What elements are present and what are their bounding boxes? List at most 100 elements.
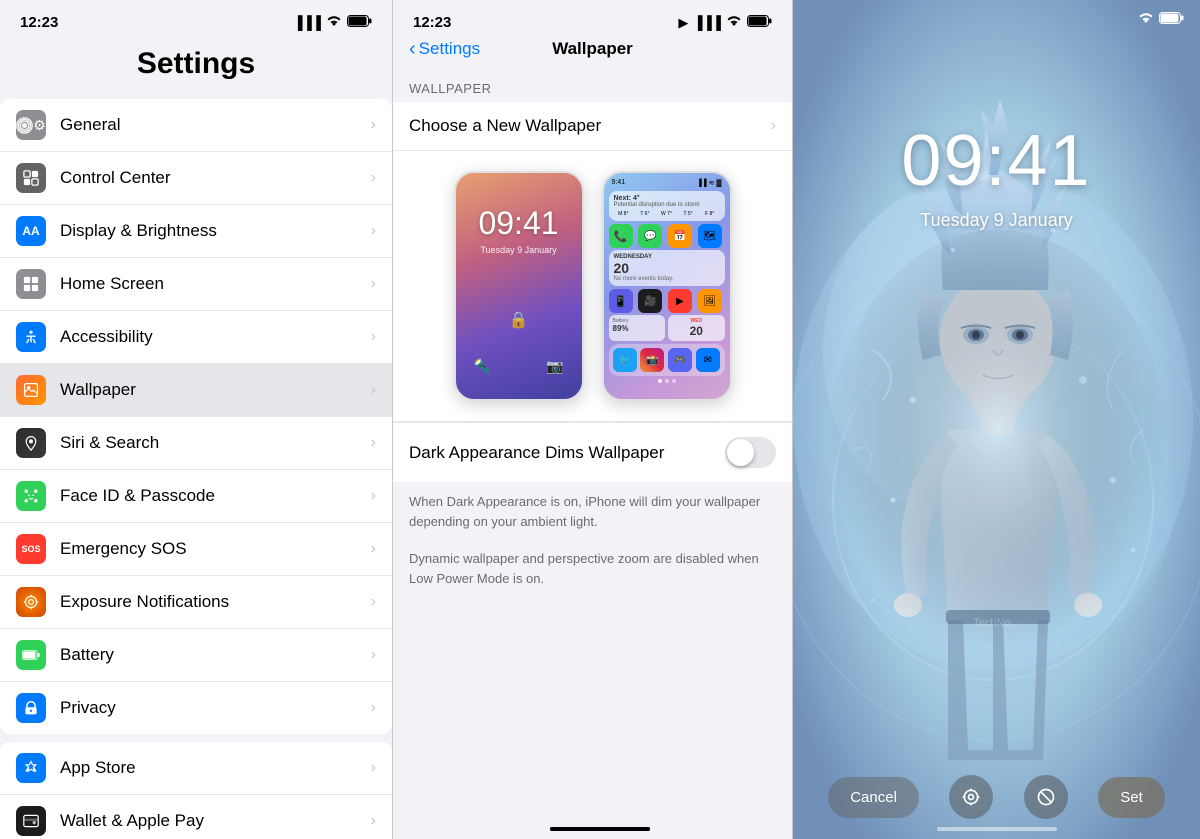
emergency-label: Emergency SOS <box>60 539 371 559</box>
wallet-label: Wallet & Apple Pay <box>60 811 371 831</box>
choose-chevron-icon: › <box>771 117 776 135</box>
app-row-2: 📱 🎥 ▶ 🖼 <box>609 289 725 313</box>
app-cal: 📅 <box>668 224 692 248</box>
privacy-label: Privacy <box>60 698 371 718</box>
battery-icon-3 <box>1159 12 1184 27</box>
status-bar-3 <box>1138 12 1184 27</box>
exposure-icon <box>16 587 46 617</box>
wallpaper-content: WALLPAPER Choose a New Wallpaper › 09:41… <box>393 69 792 839</box>
settings-item-privacy[interactable]: Privacy › <box>0 682 392 734</box>
battery-icon-item <box>16 640 46 670</box>
wallpaper-chevron: › <box>371 381 376 399</box>
app-yt: ▶ <box>668 289 692 313</box>
choose-wallpaper-row[interactable]: Choose a New Wallpaper › <box>393 102 792 151</box>
settings-item-wallpaper[interactable]: Wallpaper › <box>0 364 392 417</box>
wallpaper-description: When Dark Appearance is on, iPhone will … <box>393 482 792 594</box>
battery-icon <box>347 15 372 30</box>
wallpaper-icon <box>16 375 46 405</box>
app-phone: 📞 <box>609 224 633 248</box>
cancel-button[interactable]: Cancel <box>828 777 919 818</box>
bottom-indicator-3 <box>937 827 1057 831</box>
bottom-indicator-2 <box>550 827 650 831</box>
wallpaper-panel: 12:23 ▶ ▐▐▐ ‹ Settings Wallpaper WALLPAP… <box>393 0 793 839</box>
no-entry-icon-button[interactable] <box>1024 775 1068 819</box>
settings-item-appstore[interactable]: App Store › <box>0 742 392 795</box>
wallpaper-desc-2: Dynamic wallpaper and perspective zoom a… <box>409 549 776 588</box>
home-screen-label: Home Screen <box>60 274 371 294</box>
settings-panel: 12:23 ▐▐▐ Settings ⚙ General › <box>0 0 393 839</box>
settings-item-battery[interactable]: Battery › <box>0 629 392 682</box>
display-label: Display & Brightness <box>60 221 371 241</box>
siri-chevron: › <box>371 434 376 452</box>
weather-days: M 8° T 6° W 7° T 5° F 8° <box>614 211 720 217</box>
status-bar-1: 12:23 ▐▐▐ <box>0 0 392 35</box>
back-chevron-icon: ‹ <box>409 38 416 61</box>
choose-wallpaper-label: Choose a New Wallpaper <box>409 116 771 136</box>
wallet-icon <box>16 806 46 836</box>
home-icons-mini: ▐▐ ≋ ▓ <box>697 179 722 187</box>
dock: 🐦 📸 🎮 ✉ <box>609 344 725 376</box>
general-icon: ⚙ <box>16 110 46 140</box>
lockscreen-time: 09:41 <box>793 120 1200 202</box>
siri-label: Siri & Search <box>60 433 371 453</box>
appstore-icon <box>16 753 46 783</box>
preview-lock-icon: 🔒 <box>466 310 572 330</box>
status-icons-2: ▶ ▐▐▐ <box>678 15 772 31</box>
siri-icon <box>16 428 46 458</box>
home-screen-chevron: › <box>371 275 376 293</box>
wallet-chevron: › <box>371 812 376 830</box>
exposure-label: Exposure Notifications <box>60 592 371 612</box>
status-icons-1: ▐▐▐ <box>293 15 372 30</box>
app-photo: 🖼 <box>698 289 722 313</box>
widget-weather: Next: 4° Potential disruption due to sto… <box>609 191 725 221</box>
wallpaper-nav: ‹ Settings Wallpaper <box>393 35 792 69</box>
dock-discord: 🎮 <box>668 348 692 372</box>
settings-item-general[interactable]: ⚙ General › <box>0 99 392 152</box>
lockscreen-preview-panel: 09:41 Tuesday 9 January TechNo... Cancel… <box>793 0 1200 839</box>
display-chevron: › <box>371 222 376 240</box>
toggle-knob <box>727 439 754 466</box>
lock-preview-content: 09:41 Tuesday 9 January 🔒 🔦 📷 <box>456 173 582 387</box>
emergency-icon: SOS <box>16 534 46 564</box>
exposure-chevron: › <box>371 593 376 611</box>
general-label: General <box>60 115 371 135</box>
settings-item-emergency[interactable]: SOS Emergency SOS › <box>0 523 392 576</box>
home-time-mini: 9:41 <box>612 179 626 187</box>
accessibility-icon <box>16 322 46 352</box>
emergency-chevron: › <box>371 540 376 558</box>
settings-item-control-center[interactable]: Control Center › <box>0 152 392 205</box>
back-label: Settings <box>419 39 480 59</box>
settings-item-home-screen[interactable]: Home Screen › <box>0 258 392 311</box>
privacy-icon <box>16 693 46 723</box>
settings-item-accessibility[interactable]: Accessibility › <box>0 311 392 364</box>
display-icon: AA <box>16 216 46 246</box>
widget-cal2: WED 20 <box>668 315 725 341</box>
wallpaper-options-group: Choose a New Wallpaper › 09:41 Tuesday 9… <box>393 102 792 482</box>
set-button[interactable]: Set <box>1098 777 1165 818</box>
lockscreen-preview[interactable]: 09:41 Tuesday 9 January 🔒 🔦 📷 <box>454 171 584 401</box>
back-button[interactable]: ‹ Settings <box>409 38 480 61</box>
app-zoom: 🎥 <box>638 289 662 313</box>
accessibility-chevron: › <box>371 328 376 346</box>
lockscreen-actions: Cancel Set <box>793 775 1200 819</box>
settings-item-wallet[interactable]: Wallet & Apple Pay › <box>0 795 392 839</box>
target-icon-button[interactable] <box>949 775 993 819</box>
wallpaper-previews: 09:41 Tuesday 9 January 🔒 🔦 📷 9:41 <box>393 151 792 422</box>
home-preview-content: 9:41 ▐▐ ≋ ▓ Next: 4° Potential disruptio… <box>604 173 730 385</box>
settings-item-faceid[interactable]: Face ID & Passcode › <box>0 470 392 523</box>
status-bar-2: 12:23 ▶ ▐▐▐ <box>393 0 792 35</box>
signal-icon-2: ▐▐▐ <box>693 15 721 30</box>
wifi-icon-2 <box>726 15 742 30</box>
faceid-label: Face ID & Passcode <box>60 486 371 506</box>
settings-item-siri[interactable]: Siri & Search › <box>0 417 392 470</box>
wallpaper-section-label: WALLPAPER <box>393 69 792 102</box>
accessibility-label: Accessibility <box>60 327 371 347</box>
dock-mail: ✉ <box>696 348 720 372</box>
settings-item-exposure[interactable]: Exposure Notifications › <box>0 576 392 629</box>
settings-item-display[interactable]: AA Display & Brightness › <box>0 205 392 258</box>
control-center-icon <box>16 163 46 193</box>
dark-dims-toggle[interactable] <box>725 437 776 468</box>
homescreen-preview[interactable]: 9:41 ▐▐ ≋ ▓ Next: 4° Potential disruptio… <box>602 171 732 401</box>
dock-ig: 📸 <box>640 348 664 372</box>
settings-title: Settings <box>16 43 376 89</box>
